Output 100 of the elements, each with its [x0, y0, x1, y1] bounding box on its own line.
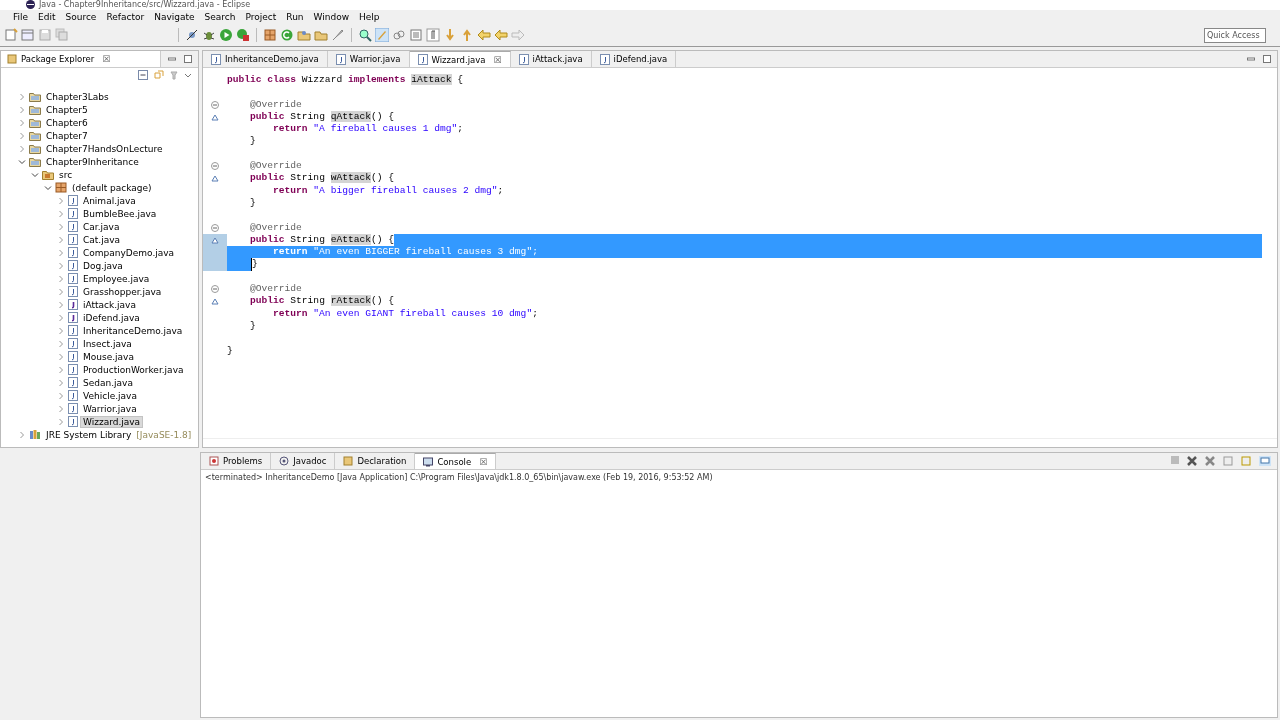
menu-item[interactable]: Window [308, 12, 355, 22]
maximize-icon [1263, 55, 1271, 63]
tree-item[interactable]: Vehicle.java [81, 390, 139, 401]
tree-item[interactable]: ProductionWorker.java [81, 364, 186, 375]
prev-annotation-icon[interactable] [460, 28, 474, 42]
new-window-icon[interactable] [21, 28, 35, 42]
save-all-icon[interactable] [55, 28, 69, 42]
tree-item[interactable]: Warrior.java [81, 403, 139, 414]
java-file-icon [68, 234, 78, 245]
tree-item[interactable]: Animal.java [81, 195, 138, 206]
run-icon[interactable] [219, 28, 233, 42]
java-file-icon [68, 416, 78, 427]
declaration-icon [343, 456, 354, 466]
next-annotation-icon[interactable] [443, 28, 457, 42]
tree-item[interactable]: CompanyDemo.java [81, 247, 177, 258]
link-icon[interactable] [392, 28, 406, 42]
project-folder-icon [29, 130, 41, 141]
view-tab[interactable]: Console ☒ [415, 453, 497, 469]
tree-item[interactable]: Chapter7HandsOnLecture [44, 143, 165, 154]
menu-item[interactable]: Project [240, 12, 282, 22]
tree-item[interactable]: Wizzard.java [81, 416, 143, 427]
tree-item[interactable]: Cat.java [81, 234, 123, 245]
editor-tab[interactable]: InheritanceDemo.java [203, 51, 328, 67]
tree-item[interactable]: Employee.java [81, 273, 152, 284]
window-title: Java - Chapter9Inheritance/src/Wizzard.java - Eclipse [39, 0, 251, 10]
view-tab[interactable]: Problems [201, 453, 272, 469]
tree-item[interactable]: Chapter9Inheritance [44, 156, 141, 167]
java-file-icon [68, 221, 78, 232]
view-menu-icon [184, 71, 192, 79]
fold-icon [211, 223, 219, 232]
tree-item[interactable]: Car.java [81, 221, 122, 232]
skip-breakpoints-icon[interactable] [185, 28, 199, 42]
coverage-icon[interactable] [236, 28, 250, 42]
project-folder-icon [29, 117, 41, 128]
maximize-icon [184, 55, 192, 63]
menu-item[interactable]: Run [281, 12, 309, 22]
close-button[interactable]: ☒ [102, 54, 111, 64]
view-tab[interactable]: Package Explorer [21, 54, 95, 64]
quick-access-field[interactable]: Quick Access [1204, 27, 1266, 43]
tree-item[interactable]: Chapter3Labs [44, 91, 111, 102]
new-file-icon[interactable] [4, 28, 18, 42]
java-file-icon [68, 208, 78, 219]
project-folder-icon [29, 156, 41, 167]
tree-item[interactable]: Mouse.java [81, 351, 136, 362]
editor-tab[interactable]: Wizzard.java ☒ [409, 51, 511, 67]
tree-item[interactable]: Dog.java [81, 260, 125, 271]
tree-item[interactable]: Chapter7 [44, 130, 90, 141]
java-file-icon [68, 377, 78, 388]
tree-item[interactable]: InheritanceDemo.java [81, 325, 185, 336]
folder-icon[interactable] [314, 28, 328, 42]
java-file-icon [68, 338, 78, 349]
tree-item[interactable]: iDefend.java [81, 312, 142, 323]
back-icon[interactable] [494, 28, 508, 42]
search-icon[interactable] [358, 28, 372, 42]
project-folder-icon [29, 143, 41, 154]
override-marker-icon [211, 298, 219, 305]
tree-item[interactable]: (default package) [70, 182, 154, 193]
java-file-icon [211, 53, 221, 65]
code-line: } [249, 135, 256, 148]
display-console-icon [1259, 456, 1271, 466]
tree-item[interactable]: BumbleBee.java [81, 208, 159, 219]
minimize-icon [1247, 55, 1255, 63]
java-file-icon [518, 53, 529, 65]
tree-item[interactable]: Chapter5 [44, 104, 90, 115]
window-icon[interactable] [409, 28, 423, 42]
open-type-icon[interactable] [297, 28, 311, 42]
console-header: <terminated> InheritanceDemo [Java Application] C:\Program Files\Java\jdk1.8.0_65\bin\javaw.exe (Feb 19, 2016, 9:53:52 AM) [204, 472, 714, 484]
project-folder-icon [29, 104, 41, 115]
menu-item[interactable]: File [8, 12, 34, 22]
save-icon[interactable] [38, 28, 52, 42]
tree-item[interactable]: src [57, 169, 75, 180]
back-icon[interactable] [477, 28, 491, 42]
menu-item[interactable]: Source [60, 12, 102, 22]
new-class-icon[interactable] [280, 28, 294, 42]
editor-tab[interactable]: iDefend.java [591, 51, 677, 67]
editor-tab[interactable]: iAttack.java [510, 51, 592, 67]
view-tab[interactable]: Javadoc [271, 453, 336, 469]
link-editor-icon [154, 70, 164, 80]
java-file-icon [68, 364, 78, 375]
menu-item[interactable]: Refactor [101, 12, 150, 22]
close-button[interactable]: ☒ [493, 54, 502, 65]
tree-item[interactable]: Sedan.java [81, 377, 135, 388]
tree-item[interactable]: Chapter6 [44, 117, 90, 128]
filter-icon [170, 70, 178, 80]
menu-item[interactable]: Search [199, 12, 241, 22]
editor-tab[interactable]: Warrior.java [327, 51, 410, 67]
menu-item[interactable]: Navigate [149, 12, 200, 22]
java-file-icon [68, 325, 78, 336]
close-button[interactable]: ☒ [479, 456, 488, 467]
menu-item[interactable]: Help [354, 12, 385, 22]
tree-item[interactable]: Grasshopper.java [81, 286, 164, 297]
forward-icon[interactable] [511, 28, 525, 42]
tree-item[interactable]: Insect.java [81, 338, 134, 349]
tree-item[interactable]: iAttack.java [81, 299, 138, 310]
java-file-icon [68, 260, 78, 271]
new-package-icon[interactable] [263, 28, 277, 42]
remove-all-icon [1205, 456, 1215, 466]
menu-item[interactable]: Edit [33, 12, 61, 22]
tree-item[interactable]: JRE System Library [44, 429, 134, 440]
code-line: } [252, 258, 258, 271]
